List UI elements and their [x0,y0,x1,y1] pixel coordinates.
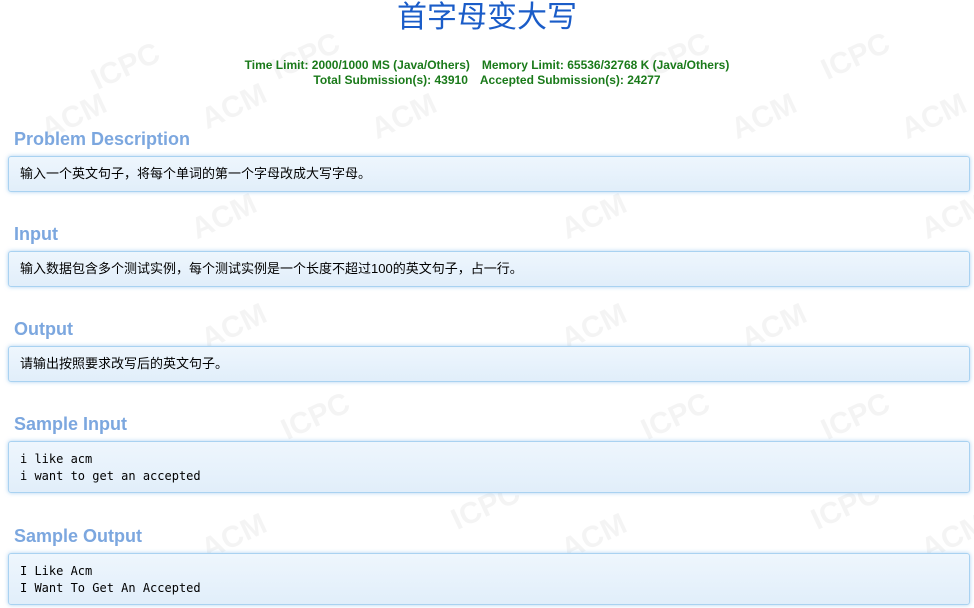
section-heading-sample-output: Sample Output [14,526,143,546]
output-text: 请输出按照要求改写后的英文句子。 [20,356,229,371]
watermark-text: ACM [556,187,632,247]
problem-limits: Time Limit: 2000/1000 MS (Java/Others) Me… [0,58,974,88]
watermark-text: ACM [366,87,442,147]
section-heading-input: Input [14,224,58,244]
sample-input-line: i like acm [20,452,93,466]
watermark-text: ACM [186,187,262,247]
sample-input-line: i want to get an accepted [20,469,201,483]
submissions-line: Total Submission(s): 43910 Accepted Submi… [0,73,974,88]
problem-title: 首字母变大写 [397,0,577,35]
input-panel: 输入数据包含多个测试实例，每个测试实例是一个长度不超过100的英文句子，占一行。 [8,251,970,287]
description-panel: 输入一个英文句子，将每个单词的第一个字母改成大写字母。 [8,156,970,192]
accepted-submissions: Accepted Submission(s): 24277 [479,73,661,87]
watermark-text: ICPC [816,386,895,447]
watermark-text: ICPC [636,386,715,447]
sample-output-line: I Like Acm [20,564,93,578]
total-submissions: Total Submission(s): 43910 [313,73,468,87]
section-heading-description: Problem Description [14,129,191,149]
output-panel: 请输出按照要求改写后的英文句子。 [8,346,970,382]
description-text: 输入一个英文句子，将每个单词的第一个字母改成大写字母。 [20,166,372,181]
watermark-text: ACM [896,87,972,147]
section-heading-output: Output [14,319,73,339]
section-heading-sample-input: Sample Input [14,414,128,434]
sample-input-panel: i like acm i want to get an accepted [8,441,970,493]
memory-limit: Memory Limit: 65536/32768 K (Java/Others… [481,58,730,72]
watermark-text: ACM [726,87,802,147]
limits-line: Time Limit: 2000/1000 MS (Java/Others) Me… [0,58,974,73]
input-text: 输入数据包含多个测试实例，每个测试实例是一个长度不超过100的英文句子，占一行。 [20,261,523,276]
watermark-layer: ACM ICPC ACM ICPC ACM ICPC ACM ICPC ACM … [0,0,974,608]
watermark-text: ICPC [276,386,355,447]
watermark-text: ACM [916,187,974,247]
time-limit: Time Limit: 2000/1000 MS (Java/Others) [244,58,470,72]
sample-output-line: I Want To Get An Accepted [20,581,201,595]
sample-output-panel: I Like Acm I Want To Get An Accepted [8,553,970,605]
